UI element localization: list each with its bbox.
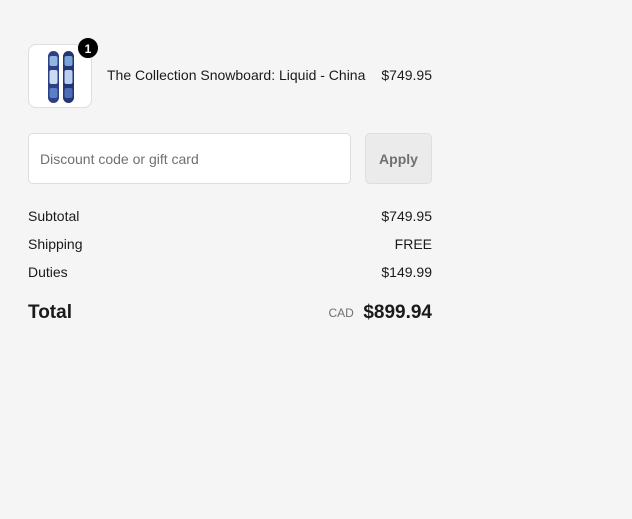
- subtotal-row: Subtotal $749.95: [28, 208, 432, 228]
- duties-value: $149.99: [381, 264, 432, 280]
- subtotal-value: $749.95: [381, 208, 432, 224]
- apply-button[interactable]: Apply: [365, 133, 432, 184]
- shipping-value: FREE: [394, 236, 432, 252]
- duties-label: Duties: [28, 264, 68, 280]
- discount-form: Apply: [28, 133, 432, 184]
- total-row: Total CAD $899.94: [28, 302, 432, 326]
- duties-row: Duties $149.99: [28, 264, 432, 284]
- product-price: $749.95: [381, 67, 432, 83]
- subtotal-label: Subtotal: [28, 208, 80, 224]
- total-value: $899.94: [363, 302, 432, 323]
- product-name: The Collection Snowboard: Liquid - China: [107, 67, 366, 83]
- shipping-label: Shipping: [28, 236, 83, 252]
- snowboard-product-image: [48, 51, 74, 103]
- currency-code: CAD: [328, 306, 354, 320]
- shipping-row: Shipping FREE: [28, 236, 432, 256]
- quantity-badge: 1: [77, 37, 99, 59]
- total-amount: CAD $899.94: [329, 302, 432, 324]
- discount-code-input[interactable]: [28, 133, 351, 184]
- line-item: 1 The Collection Snowboard: Liquid - Chi…: [28, 37, 432, 108]
- total-label: Total: [28, 302, 72, 323]
